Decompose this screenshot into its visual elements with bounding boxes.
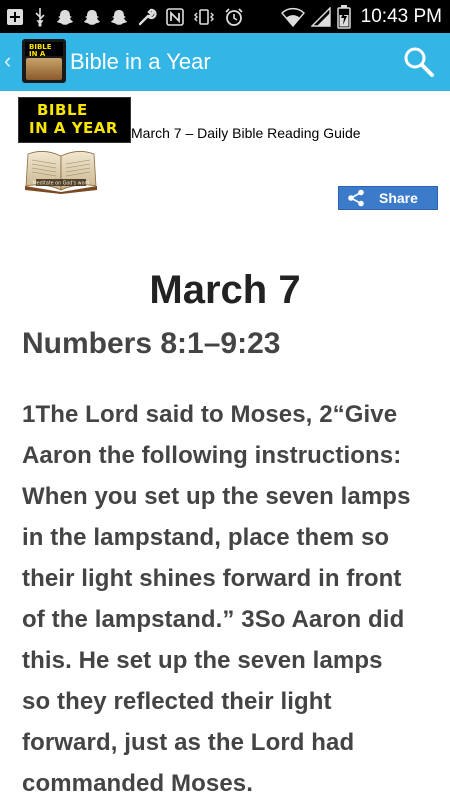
signal-icon: [310, 6, 331, 27]
book-caption: Meditate on God's word: [33, 181, 90, 187]
battery-charging-icon: [336, 4, 351, 29]
snapchat-icon: [84, 9, 100, 25]
reading-guide-caption: March 7 – Daily Bible Reading Guide: [131, 125, 361, 141]
logo-line-1: BIBLE: [37, 101, 88, 119]
bible-in-a-year-logo: BIBLE IN A YEAR: [18, 97, 131, 143]
scripture-line: of the lampstand.” 3So Aaron did: [22, 606, 405, 633]
snapchat-icon: [111, 9, 127, 25]
add-icon: [7, 8, 23, 25]
scripture-text: 1The Lord said to Moses, 2“Give Aaron th…: [22, 394, 434, 800]
app-title: Bible in a Year: [70, 49, 211, 74]
scripture-line: their light shines forward in front: [22, 565, 402, 592]
snapchat-icon: [57, 9, 73, 25]
back-chevron-icon[interactable]: ‹: [4, 49, 11, 73]
clock: 10:43 PM: [360, 5, 442, 27]
notification-icons: [6, 5, 244, 28]
logo-line-2: IN A YEAR: [29, 119, 118, 137]
scripture-line: 1The Lord said to Moses, 2“Give: [22, 401, 398, 428]
passage-reference: Numbers 8:1–9:23: [22, 327, 281, 360]
app-icon-banner: BIBLE IN A YEAR: [25, 42, 63, 65]
nfc-icon: [166, 7, 184, 26]
search-icon[interactable]: [402, 45, 436, 79]
vibrate-icon: [194, 8, 214, 25]
usb-icon: [35, 7, 45, 27]
alarm-icon: [225, 7, 243, 26]
scripture-line: commanded Moses.: [22, 770, 253, 797]
share-icon: [348, 189, 364, 207]
app-icon[interactable]: BIBLE IN A YEAR: [22, 39, 66, 83]
system-status: 10:43 PM: [280, 3, 442, 30]
wifi-icon: [280, 7, 305, 27]
scripture-line: so they reflected their light: [22, 688, 332, 715]
date-title: March 7: [149, 268, 301, 312]
action-bar: ‹ BIBLE IN A YEAR Bible in a Year: [0, 33, 450, 91]
share-label: Share: [379, 190, 418, 206]
scripture-line: this. He set up the seven lamps: [22, 647, 383, 674]
scripture-line: Aaron the following instructions:: [22, 442, 402, 469]
scripture-line: in the lampstand, place them so: [22, 524, 390, 551]
scripture-line: forward, just as the Lord had: [22, 729, 355, 756]
wrench-icon: [138, 8, 157, 25]
scripture-line: When you set up the seven lamps: [22, 483, 411, 510]
status-bar: 10:43 PM: [0, 0, 450, 33]
app-icon-book: [26, 58, 62, 80]
open-book-image: Meditate on God's word: [25, 151, 97, 194]
share-button[interactable]: Share: [338, 186, 438, 210]
